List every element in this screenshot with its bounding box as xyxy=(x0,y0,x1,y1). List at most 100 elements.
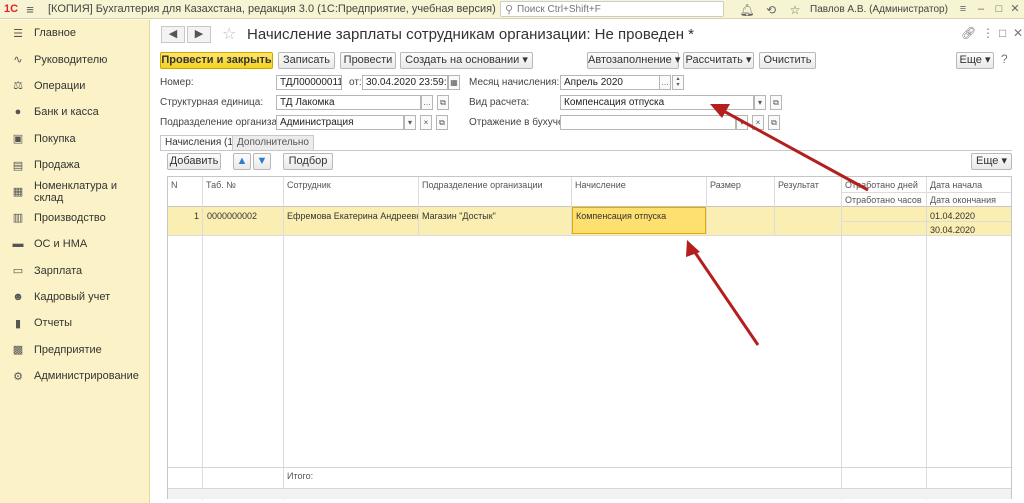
save-button[interactable]: Записать xyxy=(278,52,335,69)
salary-icon: ▭ xyxy=(12,265,24,278)
link-icon[interactable]: 🔗︎ xyxy=(961,26,976,40)
accounting-open-icon[interactable]: ⧉ xyxy=(768,115,780,130)
row-date-start[interactable]: 01.04.2020 xyxy=(930,211,1010,221)
truck-icon: ▬ xyxy=(12,238,24,251)
people-icon: ☻ xyxy=(12,291,24,304)
sidebar-item[interactable]: ▩ Предприятие xyxy=(0,337,149,363)
sidebar-item[interactable]: ▦ Номенклатура и склад xyxy=(0,178,149,204)
col-header-date-end[interactable]: Дата окончания xyxy=(927,195,1011,205)
row-accrual[interactable]: Компенсация отпуска xyxy=(576,211,706,221)
department-field[interactable]: Администрация xyxy=(276,115,404,130)
more-actions-icon[interactable]: ⋮ xyxy=(982,26,994,40)
global-search[interactable]: ⚲ xyxy=(500,1,724,17)
forward-button[interactable]: ▶ xyxy=(187,26,211,43)
tab-additional[interactable]: Дополнительно xyxy=(232,135,314,150)
create-based-on-button[interactable]: Создать на основании ▾ xyxy=(400,52,533,69)
history-icon[interactable]: ⟲ xyxy=(759,3,783,17)
search-input[interactable] xyxy=(517,3,717,15)
col-header-accrual[interactable]: Начисление xyxy=(572,180,706,190)
department-open-icon[interactable]: ⧉ xyxy=(436,115,448,130)
col-header-result[interactable]: Результат xyxy=(775,180,841,190)
sidebar-item[interactable]: ☰ Главное xyxy=(0,20,149,46)
row-date-end[interactable]: 30.04.2020 xyxy=(930,225,1010,235)
post-and-close-button[interactable]: Провести и закрыть xyxy=(160,52,273,69)
col-header-worked-hours[interactable]: Отработано часов xyxy=(842,195,926,205)
sidebar-item[interactable]: ▬ ОС и НМА xyxy=(0,231,149,257)
sidebar-item[interactable]: ▤ Продажа xyxy=(0,152,149,178)
date-field[interactable]: 30.04.2020 23:59:5 xyxy=(362,75,448,90)
sidebar-item[interactable]: ▭ Зарплата xyxy=(0,258,149,284)
month-select-icon[interactable]: … xyxy=(659,75,671,90)
accounting-field[interactable] xyxy=(560,115,736,130)
current-user[interactable]: Павлов А.В. (Администратор) xyxy=(810,4,948,15)
clear-button[interactable]: Очистить xyxy=(759,52,816,69)
back-button[interactable]: ◀ xyxy=(161,26,185,43)
accruals-table[interactable]: N Таб. № Сотрудник Подразделение организ… xyxy=(167,176,1012,500)
col-header-employee[interactable]: Сотрудник xyxy=(284,180,418,190)
add-row-button[interactable]: Добавить xyxy=(167,153,221,170)
minimize-icon[interactable]: – xyxy=(972,0,990,19)
department-dropdown-icon[interactable]: ▾ xyxy=(404,115,416,130)
tab-accruals[interactable]: Начисления (1) xyxy=(160,135,242,150)
col-header-tab[interactable]: Таб. № xyxy=(203,180,283,190)
main-menu-icon[interactable]: ≡ xyxy=(22,2,38,17)
month-field[interactable]: Апрель 2020 xyxy=(560,75,670,90)
sidebar-item[interactable]: ● Банк и касса xyxy=(0,99,149,125)
sidebar-item[interactable]: ∿ Руководителю xyxy=(0,46,149,72)
col-header-department[interactable]: Подразделение организации xyxy=(419,180,571,190)
sidebar-item[interactable]: ⚙ Администрирование xyxy=(0,363,149,389)
sidebar-item[interactable]: ⚖ Операции xyxy=(0,73,149,99)
favorites-star-icon[interactable]: ☆ xyxy=(783,3,807,17)
col-line xyxy=(418,177,419,235)
more-button[interactable]: Еще ▾ xyxy=(956,52,994,69)
row-employee[interactable]: Ефремова Екатерина Андреевна xyxy=(287,211,418,221)
sidebar-item-label: Покупка xyxy=(34,132,76,145)
grid-icon: ▦ xyxy=(12,186,24,199)
calc-type-open-icon[interactable]: ⧉ xyxy=(770,95,782,110)
sidebar-item[interactable]: ▮ Отчеты xyxy=(0,310,149,336)
struct-unit-open-icon[interactable]: ⧉ xyxy=(437,95,449,110)
month-label: Месяц начисления: xyxy=(469,77,560,88)
sidebar-item[interactable]: ▥ Производство xyxy=(0,205,149,231)
post-button[interactable]: Провести xyxy=(340,52,396,69)
col-header-date-start[interactable]: Дата начала xyxy=(927,180,1011,190)
table-scrollbar[interactable] xyxy=(168,488,1011,499)
col-header-size[interactable]: Размер xyxy=(707,180,774,190)
number-field[interactable]: ТДЛ00000011 xyxy=(276,75,342,90)
bell-icon[interactable]: 🔔︎ xyxy=(735,3,759,17)
number-label: Номер: xyxy=(160,77,194,88)
calculate-button[interactable]: Рассчитать ▾ xyxy=(683,52,754,69)
favorite-star-icon[interactable]: ☆ xyxy=(222,24,236,44)
col-header-n[interactable]: N xyxy=(168,180,202,190)
struct-unit-field[interactable]: ТД Лакомка xyxy=(276,95,421,110)
col-header-worked-days[interactable]: Отработано дней xyxy=(842,180,926,190)
autofill-button[interactable]: Автозаполнение ▾ xyxy=(587,52,680,69)
sidebar-item[interactable]: ☻ Кадровый учет xyxy=(0,284,149,310)
col-line xyxy=(571,177,572,235)
month-stepper[interactable]: ▴ ▾ xyxy=(672,75,684,90)
sidebar-item-label: Операции xyxy=(34,79,86,92)
help-icon[interactable]: ? xyxy=(1001,52,1008,66)
calc-type-dropdown-icon[interactable]: ▾ xyxy=(754,95,766,110)
department-clear-icon[interactable]: × xyxy=(420,115,432,130)
accounting-clear-icon[interactable]: × xyxy=(752,115,764,130)
page-title: Начисление зарплаты сотрудникам организа… xyxy=(247,26,695,43)
sidebar-item-label: Администрирование xyxy=(34,370,139,383)
close-icon[interactable]: ✕ xyxy=(1006,0,1024,19)
move-down-button[interactable]: ▼ xyxy=(253,153,271,170)
window-maximize-icon[interactable]: □ xyxy=(999,26,1006,40)
document-form: ◀ ▶ ☆ Начисление зарплаты сотрудникам ор… xyxy=(151,20,1024,503)
form-close-icon[interactable]: ✕ xyxy=(1013,26,1023,40)
selection-button[interactable]: Подбор xyxy=(283,153,333,170)
move-up-button[interactable]: ▲ xyxy=(233,153,251,170)
calc-type-field[interactable]: Компенсация отпуска xyxy=(560,95,754,110)
table-more-button[interactable]: Еще ▾ xyxy=(971,153,1012,170)
sidebar-item[interactable]: ▣ Покупка xyxy=(0,126,149,152)
accounting-dropdown-icon[interactable]: ▾ xyxy=(736,115,748,130)
row-department[interactable]: Магазин "Достык" xyxy=(422,211,571,221)
struct-unit-select-icon[interactable]: … xyxy=(421,95,433,110)
settings-icon[interactable]: ≡ xyxy=(954,0,972,19)
operations-icon: ⚖ xyxy=(13,80,23,93)
calculate-label: Рассчитать xyxy=(685,54,743,66)
calendar-icon[interactable]: ▦ xyxy=(448,75,460,90)
